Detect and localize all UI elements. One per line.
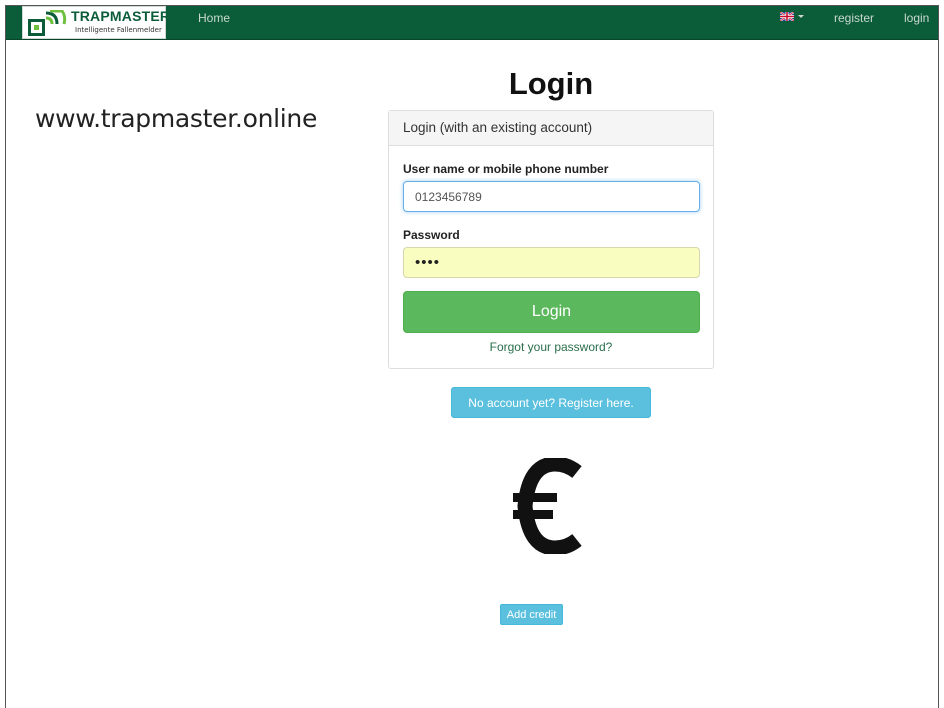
page-frame: TRAPMASTER Intelligente Fallenmelder Hom… xyxy=(5,5,939,708)
nav-login-link[interactable]: login xyxy=(904,11,929,25)
forgot-password-link[interactable]: Forgot your password? xyxy=(389,340,713,354)
euro-icon xyxy=(492,446,602,566)
register-button[interactable]: No account yet? Register here. xyxy=(451,387,651,418)
website-url-text: www.trapmaster.online xyxy=(35,104,318,133)
add-credit-button[interactable]: Add credit xyxy=(500,604,563,625)
brand-title: TRAPMASTER xyxy=(71,8,171,24)
top-navbar: TRAPMASTER Intelligente Fallenmelder Hom… xyxy=(6,6,938,40)
page-title: Login xyxy=(508,66,594,101)
username-label: User name or mobile phone number xyxy=(403,162,609,176)
password-label: Password xyxy=(403,228,460,242)
login-panel: Login (with an existing account) User na… xyxy=(388,110,714,369)
nav-home-link[interactable]: Home xyxy=(198,11,230,25)
uk-flag-icon xyxy=(780,12,794,21)
username-input[interactable] xyxy=(403,181,700,212)
brand-subtitle: Intelligente Fallenmelder xyxy=(75,26,162,34)
login-button[interactable]: Login xyxy=(403,291,700,333)
chevron-down-icon xyxy=(798,15,804,18)
language-dropdown[interactable] xyxy=(780,12,804,21)
login-panel-heading: Login (with an existing account) xyxy=(389,111,713,146)
signal-logo-icon xyxy=(28,10,67,36)
nav-register-link[interactable]: register xyxy=(834,11,874,25)
brand-logo[interactable]: TRAPMASTER Intelligente Fallenmelder xyxy=(22,6,170,39)
password-input[interactable] xyxy=(403,247,700,278)
